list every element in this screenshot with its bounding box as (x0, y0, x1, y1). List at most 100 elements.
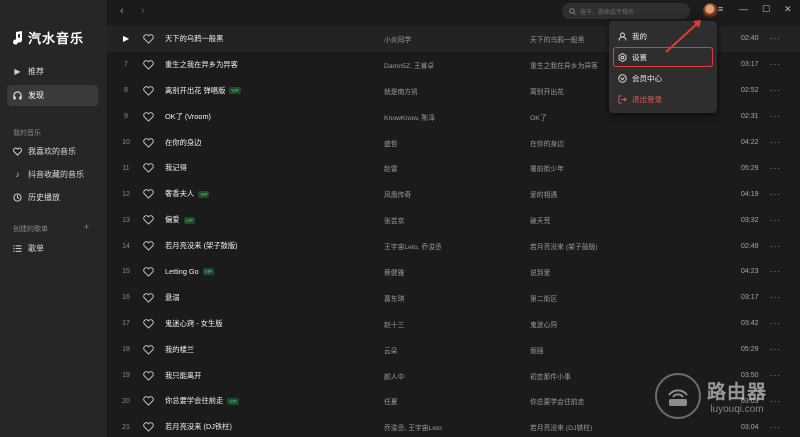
song-album[interactable]: 若月亮没来 (DJ铁柱) (530, 422, 592, 432)
menu-item-vip-center[interactable]: 会员中心 (614, 69, 712, 87)
song-row[interactable]: 13 偏爱 VIP 张芸京 破天荒 03:32 ··· (107, 207, 800, 233)
song-artist[interactable]: 葛东琪 (384, 293, 404, 303)
song-title[interactable]: 离别开出花 弹唱版 VIP (165, 86, 241, 96)
more-options-button[interactable]: ··· (770, 267, 781, 276)
song-artist[interactable]: 赵雷 (384, 163, 398, 173)
song-album[interactable]: 说到爱 (530, 267, 550, 277)
sidebar-item-liked-music[interactable]: 我喜欢的音乐 (7, 141, 98, 162)
song-album[interactable]: 若月亮没来 (架子鼓版) (530, 241, 598, 251)
song-title[interactable]: 奢香夫人 VIP (165, 189, 210, 199)
song-row[interactable]: 16 悬溺 葛东琪 第二街区 03:17 ··· (107, 285, 800, 311)
heart-icon[interactable] (143, 137, 154, 148)
song-title[interactable]: 你总要学会往前走 VIP (165, 396, 239, 406)
sidebar-item-douyin-favorites[interactable]: ♪ 抖音收藏的音乐 (7, 164, 98, 185)
song-artist[interactable]: 蔡健雅 (384, 267, 404, 277)
song-album[interactable]: 第二街区 (530, 293, 557, 303)
song-artist[interactable]: 任夏 (384, 396, 398, 406)
heart-icon[interactable] (143, 215, 154, 225)
song-artist[interactable]: 云朵 (384, 345, 398, 355)
heart-icon[interactable] (143, 422, 154, 433)
song-album[interactable]: OK了 (530, 112, 547, 122)
song-title[interactable]: 若月亮没来 (DJ铁柱) (165, 422, 232, 432)
add-playlist-button[interactable]: + (84, 222, 89, 232)
more-options-button[interactable]: ··· (770, 164, 781, 173)
sidebar-item-history[interactable]: 历史播放 (7, 187, 98, 208)
song-artist[interactable]: 小炎同学 (384, 34, 411, 44)
song-artist[interactable]: 就是南方凯 (384, 86, 418, 96)
song-artist[interactable]: 乔浚丞, 王宇宙Leto (384, 422, 442, 432)
song-artist[interactable]: 凤凰传奇 (384, 189, 411, 199)
forward-button[interactable]: › (141, 5, 145, 17)
heart-icon[interactable] (143, 344, 154, 355)
heart-icon[interactable] (143, 163, 154, 174)
song-album[interactable]: 初恋那件小事 (530, 371, 571, 381)
song-album[interactable]: 离别开出花 (530, 86, 564, 96)
song-title[interactable]: 在你的身边 (165, 138, 201, 148)
song-row[interactable]: 18 我的楼兰 云朵 倔强 05:29 ··· (107, 337, 800, 363)
song-album[interactable]: 鬼迷心窍 (530, 319, 557, 329)
sidebar-item-recommend[interactable]: ▶ 推荐 (7, 61, 98, 82)
song-title[interactable]: 我的楼兰 (165, 345, 194, 355)
song-title[interactable]: 若月亮没来 (架子鼓版) (165, 241, 238, 251)
song-artist[interactable]: 盛哲 (384, 138, 398, 148)
menu-item-settings[interactable]: 设置 (613, 47, 713, 67)
heart-icon[interactable] (143, 34, 154, 44)
heart-icon[interactable] (143, 293, 154, 303)
more-options-button[interactable]: ··· (770, 345, 781, 354)
menu-button[interactable]: ≡ (718, 4, 723, 14)
heart-icon[interactable] (143, 370, 154, 381)
song-row[interactable]: 10 在你的身边 盛哲 在你的身边 04:22 ··· (107, 130, 800, 156)
more-options-button[interactable]: ··· (770, 423, 781, 432)
song-artist[interactable]: 赵十三 (384, 319, 404, 329)
more-options-button[interactable]: ··· (770, 190, 781, 199)
more-options-button[interactable]: ··· (770, 60, 781, 69)
song-artist[interactable]: 颜人中 (384, 371, 404, 381)
avatar[interactable] (703, 3, 718, 18)
song-title[interactable]: 鬼迷心窍 - 女生版 (165, 319, 223, 329)
sidebar-item-discover[interactable]: 发现 (7, 85, 98, 106)
song-artist[interactable]: 王宇宙Leto, 乔浚丞 (384, 241, 442, 251)
more-options-button[interactable]: ··· (770, 397, 781, 406)
song-artist[interactable]: Damn5Z, 王睿卓 (384, 60, 434, 70)
more-options-button[interactable]: ··· (770, 86, 781, 95)
heart-icon[interactable] (143, 189, 154, 200)
heart-icon[interactable] (143, 241, 154, 251)
more-options-button[interactable]: ··· (770, 216, 781, 225)
close-button[interactable]: ✕ (784, 4, 792, 15)
menu-item-mine[interactable]: 我的 (614, 27, 712, 45)
heart-icon[interactable] (143, 111, 154, 122)
more-options-button[interactable]: ··· (770, 371, 781, 380)
menu-item-logout[interactable]: 退出登录 (614, 90, 712, 108)
song-row[interactable]: 14 若月亮没来 (架子鼓版) 王宇宙Leto, 乔浚丞 若月亮没来 (架子鼓版) 02… (107, 233, 800, 259)
song-title[interactable]: Letting Go VIP (165, 267, 214, 276)
song-album[interactable]: 重生之我在异乡为异客 (530, 60, 598, 70)
song-title[interactable]: 重生之我在异乡为异客 (165, 60, 238, 70)
song-row[interactable]: 11 我记得 赵雷 署前街少年 05:29 ··· (107, 155, 800, 181)
song-album[interactable]: 破天荒 (530, 215, 550, 225)
song-title[interactable]: OK了 (Vroom) (165, 112, 211, 122)
more-options-button[interactable]: ··· (770, 242, 781, 251)
song-row[interactable]: 15 Letting Go VIP 蔡健雅 说到爱 04:23 ··· (107, 259, 800, 285)
song-title[interactable]: 我记得 (165, 163, 187, 173)
maximize-button[interactable]: ☐ (762, 4, 770, 15)
song-album[interactable]: 天下的乌鸦一般黑 (530, 34, 584, 44)
song-title[interactable]: 天下的乌鸦一般黑 (165, 34, 223, 44)
song-album[interactable]: 署前街少年 (530, 163, 564, 173)
song-row[interactable]: 12 奢香夫人 VIP 凤凰传奇 爱的相遇 04:19 ··· (107, 181, 800, 207)
more-options-button[interactable]: ··· (770, 112, 781, 121)
search-input[interactable]: 搜干、歌曲或专辑名 (562, 3, 690, 19)
song-title[interactable]: 悬溺 (165, 293, 180, 303)
song-album[interactable]: 爱的相遇 (530, 189, 557, 199)
song-row[interactable]: 17 鬼迷心窍 - 女生版 赵十三 鬼迷心窍 03:42 ··· (107, 311, 800, 337)
more-options-button[interactable]: ··· (770, 138, 781, 147)
heart-icon[interactable] (143, 267, 154, 277)
song-artist[interactable]: 张芸京 (384, 215, 404, 225)
song-artist[interactable]: KnowKnow, 陈泽 (384, 112, 435, 122)
song-album[interactable]: 你总要学会往前走 (530, 396, 584, 406)
play-icon[interactable]: ▶ (123, 34, 129, 43)
minimize-button[interactable]: — (739, 4, 748, 14)
song-album[interactable]: 在你的身边 (530, 138, 564, 148)
back-button[interactable]: ‹ (120, 5, 124, 17)
heart-icon[interactable] (143, 318, 154, 329)
heart-icon[interactable] (143, 85, 154, 96)
